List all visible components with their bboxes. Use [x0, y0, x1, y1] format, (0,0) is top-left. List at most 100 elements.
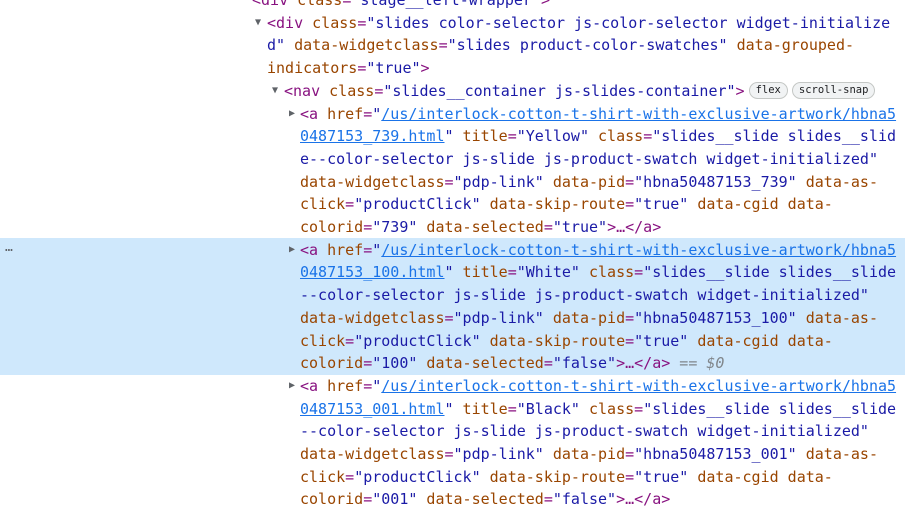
dom-tree-line[interactable]: e--color-selector js-slide js-product-sw… [300, 148, 878, 170]
attribute-name: data-cgid data- [688, 195, 833, 214]
href-link[interactable]: /us/interlock-cotton-t-shirt-with-exclus… [381, 241, 896, 259]
node-actions-ellipsis[interactable]: … [5, 240, 13, 255]
tag-syntax: = [634, 399, 644, 418]
tag-syntax: = [363, 104, 373, 123]
attribute-name: class [312, 13, 358, 32]
attribute-name: data-widgetclass [300, 308, 445, 327]
tag-syntax: = [444, 172, 454, 191]
dom-tree-line[interactable]: click="productClick" data-skip-route="tr… [300, 330, 833, 352]
tag-syntax: <a [300, 240, 328, 259]
attribute-value: "true" [366, 59, 421, 78]
dom-tree-line[interactable]: <div class="stage__left-wrapper"> [252, 0, 550, 11]
tag-syntax: = [625, 195, 635, 214]
attribute-value: " [444, 263, 454, 282]
tag-syntax: = [543, 218, 553, 236]
tag-syntax: = [643, 127, 653, 146]
expand-triangle-down-icon[interactable]: ▼ [272, 85, 282, 96]
attribute-name: indicators [267, 59, 358, 78]
tag-syntax: = [625, 467, 635, 486]
dom-tree-line[interactable]: data-widgetclass="pdp-link" data-pid="hb… [300, 443, 878, 465]
attribute-value: "White" [516, 263, 580, 282]
tag-syntax: = [444, 308, 454, 327]
dom-tree-line[interactable]: 0487153_001.html" title="Black" class="s… [300, 398, 896, 420]
attribute-name: title [453, 399, 508, 418]
attribute-name: data-cgid data- [688, 331, 833, 350]
attribute-value: "true" [634, 331, 689, 350]
attribute-name: class [579, 399, 635, 418]
dom-tree-line[interactable]: <a href="/us/interlock-cotton-t-shirt-wi… [300, 375, 896, 397]
dom-tree-line[interactable]: colorid="001" data-selected="false">…</a… [300, 488, 670, 510]
tag-syntax: > [420, 59, 430, 78]
dom-tree-line[interactable]: <a href="/us/interlock-cotton-t-shirt-wi… [300, 103, 896, 125]
tag-syntax: = [345, 331, 355, 350]
href-link[interactable]: 0487153_100.html [300, 263, 445, 281]
attribute-value: "slides__slide slides__slide [643, 263, 897, 282]
tag-syntax: = [374, 81, 384, 100]
dom-tree-line[interactable]: click="productClick" data-skip-route="tr… [300, 193, 833, 215]
dom-tree-line[interactable]: --color-selector js-slide js-product-swa… [300, 420, 869, 442]
dom-tree-line[interactable]: colorid="100" data-selected="false">…</a… [300, 352, 724, 374]
attribute-name: href [327, 104, 364, 123]
dom-tree-line[interactable]: <a href="/us/interlock-cotton-t-shirt-wi… [300, 239, 896, 261]
tag-syntax: = [357, 59, 367, 78]
tag-syntax: > [541, 0, 551, 9]
href-link[interactable]: /us/interlock-cotton-t-shirt-with-exclus… [381, 377, 896, 395]
attribute-value: --color-selector js-slide js-product-swa… [300, 286, 869, 305]
dom-tree-line[interactable]: 0487153_739.html" title="Yellow" class="… [300, 125, 896, 147]
flex-badge[interactable]: flex [748, 81, 788, 99]
attribute-value: "pdp-link" [453, 445, 544, 463]
href-link[interactable]: 0487153_739.html [300, 127, 445, 145]
tag-syntax: = [625, 445, 635, 463]
attribute-name: colorid [300, 354, 364, 373]
attribute-value: "true" [634, 195, 689, 214]
expand-triangle-down-icon[interactable]: ▼ [255, 17, 265, 28]
attribute-name: class [579, 263, 635, 282]
attribute-value: "productClick" [354, 467, 481, 486]
collapse-triangle-right-icon[interactable]: ▶ [289, 244, 299, 255]
dom-tree-line[interactable]: data-widgetclass="pdp-link" data-pid="hb… [300, 307, 878, 329]
href-link[interactable]: /us/interlock-cotton-t-shirt-with-exclus… [381, 105, 896, 123]
tag-syntax: <nav [284, 81, 330, 100]
attribute-value: "hbna50487153_100" [634, 308, 797, 327]
attribute-name: data-selected [417, 218, 544, 236]
dom-tree-line[interactable]: click="productClick" data-skip-route="tr… [300, 466, 833, 488]
collapse-triangle-right-icon[interactable]: ▶ [289, 380, 299, 391]
attribute-name: class [589, 127, 644, 146]
dom-tree-line[interactable]: d" data-widgetclass="slides product-colo… [267, 34, 854, 56]
tag-syntax: = [507, 399, 517, 418]
attribute-value: "hbna50487153_001" [634, 445, 797, 463]
tag-syntax: = [543, 490, 553, 509]
attribute-name: colorid [300, 218, 364, 236]
attribute-value: "slides__container js-slides-container" [383, 81, 736, 100]
attribute-value: "true" [634, 467, 689, 486]
attribute-name: data-pid [543, 172, 626, 191]
tag-syntax: = [363, 376, 373, 395]
attribute-value: "slides color-selector js-color-selector… [366, 13, 891, 32]
dom-tree-line[interactable]: <nav class="slides__container js-slides-… [284, 80, 876, 102]
dom-tree-line[interactable]: <div class="slides color-selector js-col… [267, 12, 890, 34]
attribute-name: data-selected [417, 490, 544, 509]
attribute-name: title [453, 263, 508, 282]
dom-tree-line[interactable]: colorid="739" data-selected="true">…</a> [300, 216, 661, 238]
tag-syntax: = [345, 467, 355, 486]
dom-tree-line[interactable]: indicators="true"> [267, 57, 430, 79]
dom-tree-line[interactable]: --color-selector js-slide js-product-swa… [300, 284, 869, 306]
attribute-name: data-widgetclass [300, 172, 445, 191]
dom-tree-line[interactable]: data-widgetclass="pdp-link" data-pid="hb… [300, 171, 878, 193]
attribute-value: "slides product-color-swatches" [447, 36, 728, 55]
attribute-value: "100" [372, 354, 418, 373]
scroll-snap-badge[interactable]: scroll-snap [791, 81, 876, 99]
attribute-value: " [444, 399, 454, 418]
href-link[interactable]: 0487153_001.html [300, 400, 445, 418]
attribute-value: "productClick" [354, 195, 481, 214]
dom-tree-line[interactable]: 0487153_100.html" title="White" class="s… [300, 261, 896, 283]
attribute-name: data-skip-route [480, 195, 626, 214]
tag-syntax: = [625, 308, 635, 327]
tag-syntax: >…</a> [616, 490, 671, 509]
attribute-name: data-skip-route [480, 467, 626, 486]
attribute-name: data-pid [543, 308, 626, 327]
tag-syntax: = [625, 172, 635, 191]
collapse-triangle-right-icon[interactable]: ▶ [289, 108, 299, 119]
tag-syntax: = [363, 240, 373, 259]
attribute-name: data-as- [796, 445, 878, 463]
